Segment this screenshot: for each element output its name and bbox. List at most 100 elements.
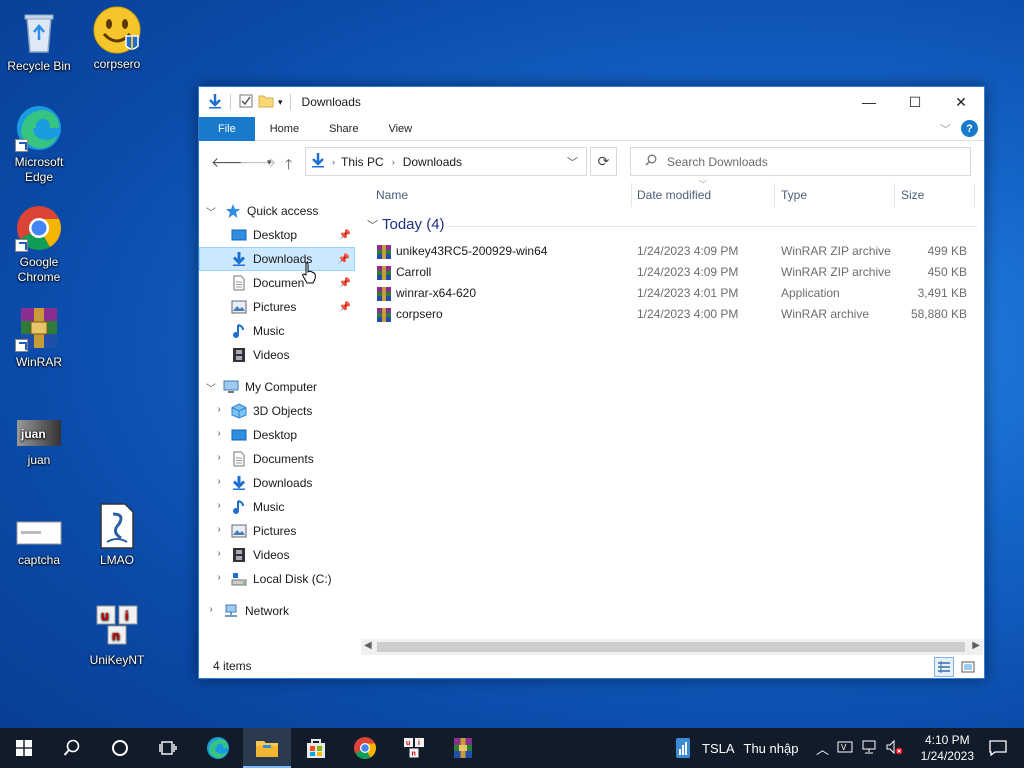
nav-quick-access[interactable]: Quick access [225,199,318,223]
pin-icon[interactable]: 📌 [338,254,350,265]
column-header-date-modified[interactable]: Date modified [637,183,711,207]
nav-documents[interactable]: Documents [231,447,314,471]
desktop-icon-lmao[interactable]: LMAO [78,502,156,568]
nav-music[interactable]: Music [231,495,284,519]
recent-locations-chevron-icon[interactable]: ▾ [267,157,272,168]
nav-quick-desktop[interactable]: Desktop 📌 [231,223,355,247]
column-header-type[interactable]: Type [781,183,807,207]
table-row[interactable]: winrar-x64-620 1/24/2023 4:01 PM Applica… [359,283,979,304]
close-button[interactable]: ✕ [938,87,984,117]
collapsed-chevron-icon[interactable]: › [213,548,225,559]
taskbar-edge[interactable] [194,728,242,768]
stock-widget[interactable]: TSLA Thu nhập [674,728,798,768]
nav-3d-objects[interactable]: 3D Objects [231,399,312,423]
volume-muted-icon[interactable] [885,739,903,758]
tab-file[interactable]: File [199,116,255,141]
desktop-icon-juan[interactable]: juan juan [0,412,78,468]
up-arrow-icon[interactable]: 🡑 [285,154,292,178]
collapsed-chevron-icon[interactable]: › [205,604,217,615]
task-view-button[interactable] [144,728,192,768]
breadcrumb-this-pc[interactable]: This PC [341,155,384,169]
nav-pictures[interactable]: Pictures [231,519,296,543]
expand-ribbon-chevron-icon[interactable]: ﹀ [940,121,951,137]
collapsed-chevron-icon[interactable]: › [213,428,225,439]
nav-local-disk[interactable]: Local Disk (C:) [231,567,332,591]
file-name: corpsero [396,307,443,321]
scroll-left-arrow-icon[interactable]: ◀ [364,640,372,651]
expand-chevron-icon[interactable]: ﹀ [205,204,217,219]
large-icons-view-button[interactable] [958,657,978,677]
nav-label: Quick access [247,204,319,218]
collapsed-chevron-icon[interactable]: › [213,572,225,583]
scrollbar-thumb[interactable] [377,642,965,652]
desktop-icon-edge[interactable]: Microsoft Edge [0,104,78,185]
desktop-icon-captcha[interactable]: captcha [0,512,78,568]
nav-network[interactable]: Network [223,599,289,623]
search-input[interactable]: Search Downloads [630,147,971,176]
desktop-icon-winrar[interactable]: WinRAR [0,304,78,370]
group-header-today[interactable]: ﹀ Today (4) [367,216,977,233]
nav-quick-music[interactable]: Music [231,319,284,343]
language-keyboard-icon[interactable]: V [837,739,853,758]
tab-view[interactable]: View [373,117,427,141]
breadcrumb-downloads[interactable]: Downloads [403,155,462,169]
taskbar-chrome[interactable] [341,728,389,768]
nav-quick-documents[interactable]: Documen 📌 [231,271,355,295]
taskbar-winrar[interactable] [439,728,487,768]
scroll-right-arrow-icon[interactable]: ▶ [972,640,980,651]
taskbar-store[interactable] [292,728,340,768]
nav-videos[interactable]: Videos [231,543,289,567]
collapsed-chevron-icon[interactable]: › [213,452,225,463]
pin-icon[interactable]: 📌 [339,230,351,241]
horizontal-scrollbar[interactable]: ◀ ▶ [361,639,983,655]
taskbar-file-explorer[interactable] [243,728,291,768]
nav-quick-videos[interactable]: Videos [231,343,289,367]
new-folder-icon[interactable] [258,93,274,112]
details-view-button[interactable] [934,657,954,677]
show-hidden-icons-chevron-icon[interactable]: ︿ [816,739,829,758]
clock[interactable]: 4:10 PM 1/24/2023 [921,732,974,764]
nav-quick-pictures[interactable]: Pictures 📌 [231,295,355,319]
collapsed-chevron-icon[interactable]: › [213,500,225,511]
collapse-group-chevron-icon[interactable]: ﹀ [367,217,378,233]
address-bar[interactable]: › This PC › Downloads ﹀ [305,147,587,176]
maximize-button[interactable]: ☐ [892,87,938,117]
table-row[interactable]: corpsero 1/24/2023 4:00 PM WinRAR archiv… [359,304,979,325]
nav-label: Desktop [253,428,298,442]
table-row[interactable]: unikey43RC5-200929-win64 1/24/2023 4:09 … [359,241,979,262]
collapsed-chevron-icon[interactable]: › [213,476,225,487]
column-header-name[interactable]: Name [376,183,408,207]
network-icon[interactable] [861,739,877,758]
help-icon[interactable]: ? [961,120,978,137]
refresh-button[interactable]: ⟳ [590,147,617,176]
minimize-button[interactable]: — [846,87,892,117]
pin-icon[interactable]: 📌 [339,302,351,313]
address-dropdown-chevron-icon[interactable]: ﹀ [567,154,578,170]
breadcrumb-separator-icon: › [391,156,395,167]
desktop-icon-chrome[interactable]: Google Chrome [0,204,78,285]
search-button[interactable] [48,728,96,768]
nav-desktop[interactable]: Desktop [231,423,297,447]
table-row[interactable]: Carroll 1/24/2023 4:09 PM WinRAR ZIP arc… [359,262,979,283]
tab-share[interactable]: Share [314,117,373,141]
title-bar[interactable]: ▾ Downloads — ☐ ✕ [199,87,984,117]
cortana-button[interactable] [96,728,144,768]
properties-icon[interactable] [238,93,254,112]
taskbar-unikey[interactable]: u in [390,728,438,768]
desktop-icon-recycle-bin[interactable]: Recycle Bin [0,8,78,74]
pin-icon[interactable]: 📌 [339,278,351,289]
tab-home[interactable]: Home [255,117,314,141]
collapsed-chevron-icon[interactable]: › [213,404,225,415]
customize-toolbar-chevron-icon[interactable]: ▾ [278,97,283,108]
shortcut-arrow-icon [15,139,28,152]
nav-my-computer[interactable]: My Computer [223,375,317,399]
start-button[interactable] [0,728,48,768]
collapsed-chevron-icon[interactable]: › [213,524,225,535]
desktop-icon-unikey[interactable]: u in UniKeyNT [78,602,156,668]
nav-downloads[interactable]: Downloads [231,471,312,495]
nav-quick-downloads[interactable]: Downloads 📌 [199,247,355,271]
desktop-icon-corpsero[interactable]: corpsero [78,6,156,72]
expand-chevron-icon[interactable]: ﹀ [205,380,217,395]
column-header-size[interactable]: Size [901,183,924,207]
notification-center-button[interactable] [980,728,1016,768]
